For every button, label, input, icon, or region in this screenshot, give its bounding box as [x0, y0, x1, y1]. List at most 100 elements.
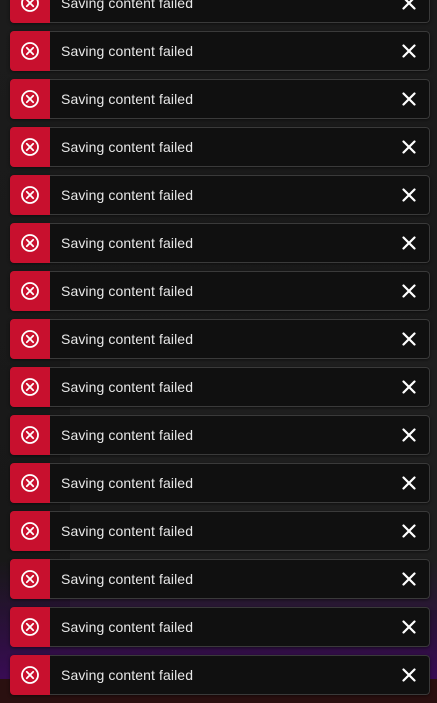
- error-circle-x-icon: [20, 233, 40, 253]
- error-toast: Saving content failed: [10, 511, 430, 551]
- toast-body: Saving content failed: [50, 31, 430, 71]
- error-circle-x-icon: [20, 0, 40, 13]
- toast-message: Saving content failed: [61, 475, 194, 491]
- close-icon: [402, 140, 416, 154]
- error-circle-x-icon: [20, 425, 40, 445]
- toast-body: Saving content failed: [50, 559, 430, 599]
- toast-icon-cell: [10, 0, 50, 23]
- toast-icon-cell: [10, 655, 50, 695]
- toast-body: Saving content failed: [50, 271, 430, 311]
- toast-message: Saving content failed: [61, 91, 194, 107]
- error-toast: Saving content failed: [10, 367, 430, 407]
- toast-icon-cell: [10, 271, 50, 311]
- close-button[interactable]: [399, 89, 419, 109]
- error-toast: Saving content failed: [10, 175, 430, 215]
- error-toast: Saving content failed: [10, 31, 430, 71]
- toast-message: Saving content failed: [61, 283, 194, 299]
- toast-icon-cell: [10, 511, 50, 551]
- error-circle-x-icon: [20, 665, 40, 685]
- close-button[interactable]: [399, 137, 419, 157]
- close-icon: [402, 428, 416, 442]
- close-button[interactable]: [399, 473, 419, 493]
- error-circle-x-icon: [20, 329, 40, 349]
- toast-body: Saving content failed: [50, 463, 430, 503]
- toast-message: Saving content failed: [61, 571, 194, 587]
- close-icon: [402, 188, 416, 202]
- error-circle-x-icon: [20, 521, 40, 541]
- toast-icon-cell: [10, 415, 50, 455]
- error-circle-x-icon: [20, 185, 40, 205]
- toast-message: Saving content failed: [61, 667, 194, 683]
- toast-stack: Saving content failed Saving content fail…: [10, 0, 430, 703]
- close-button[interactable]: [399, 425, 419, 445]
- close-button[interactable]: [399, 0, 419, 13]
- toast-body: Saving content failed: [50, 655, 430, 695]
- toast-icon-cell: [10, 607, 50, 647]
- close-icon: [402, 0, 416, 10]
- close-icon: [402, 572, 416, 586]
- toast-body: Saving content failed: [50, 607, 430, 647]
- error-circle-x-icon: [20, 137, 40, 157]
- toast-body: Saving content failed: [50, 223, 430, 263]
- close-icon: [402, 476, 416, 490]
- toast-body: Saving content failed: [50, 79, 430, 119]
- error-circle-x-icon: [20, 89, 40, 109]
- close-icon: [402, 524, 416, 538]
- close-button[interactable]: [399, 329, 419, 349]
- close-button[interactable]: [399, 569, 419, 589]
- toast-body: Saving content failed: [50, 511, 430, 551]
- toast-icon-cell: [10, 367, 50, 407]
- close-icon: [402, 620, 416, 634]
- close-button[interactable]: [399, 185, 419, 205]
- error-circle-x-icon: [20, 473, 40, 493]
- error-circle-x-icon: [20, 281, 40, 301]
- toast-icon-cell: [10, 79, 50, 119]
- toast-body: Saving content failed: [50, 367, 430, 407]
- error-toast: Saving content failed: [10, 655, 430, 695]
- close-button[interactable]: [399, 665, 419, 685]
- toast-icon-cell: [10, 31, 50, 71]
- toast-icon-cell: [10, 223, 50, 263]
- toast-body: Saving content failed: [50, 175, 430, 215]
- toast-message: Saving content failed: [61, 139, 194, 155]
- toast-message: Saving content failed: [61, 619, 194, 635]
- toast-message: Saving content failed: [61, 187, 194, 203]
- error-toast: Saving content failed: [10, 79, 430, 119]
- close-icon: [402, 380, 416, 394]
- toast-body: Saving content failed: [50, 127, 430, 167]
- close-button[interactable]: [399, 41, 419, 61]
- error-circle-x-icon: [20, 569, 40, 589]
- close-button[interactable]: [399, 233, 419, 253]
- error-toast: Saving content failed: [10, 415, 430, 455]
- error-circle-x-icon: [20, 41, 40, 61]
- toast-icon-cell: [10, 559, 50, 599]
- close-button[interactable]: [399, 521, 419, 541]
- close-button[interactable]: [399, 377, 419, 397]
- close-icon: [402, 284, 416, 298]
- toast-body: Saving content failed: [50, 415, 430, 455]
- close-icon: [402, 92, 416, 106]
- close-icon: [402, 236, 416, 250]
- close-button[interactable]: [399, 281, 419, 301]
- toast-message: Saving content failed: [61, 331, 194, 347]
- error-toast: Saving content failed: [10, 607, 430, 647]
- error-toast: Saving content failed: [10, 0, 430, 23]
- toast-icon-cell: [10, 175, 50, 215]
- error-toast: Saving content failed: [10, 223, 430, 263]
- close-icon: [402, 668, 416, 682]
- error-toast: Saving content failed: [10, 559, 430, 599]
- toast-message: Saving content failed: [61, 0, 194, 11]
- toast-icon-cell: [10, 463, 50, 503]
- close-icon: [402, 44, 416, 58]
- toast-message: Saving content failed: [61, 523, 194, 539]
- toast-message: Saving content failed: [61, 427, 194, 443]
- error-toast: Saving content failed: [10, 463, 430, 503]
- error-circle-x-icon: [20, 617, 40, 637]
- toast-icon-cell: [10, 127, 50, 167]
- close-button[interactable]: [399, 617, 419, 637]
- toast-message: Saving content failed: [61, 235, 194, 251]
- toast-message: Saving content failed: [61, 379, 194, 395]
- close-icon: [402, 332, 416, 346]
- toast-body: Saving content failed: [50, 0, 430, 23]
- toast-body: Saving content failed: [50, 319, 430, 359]
